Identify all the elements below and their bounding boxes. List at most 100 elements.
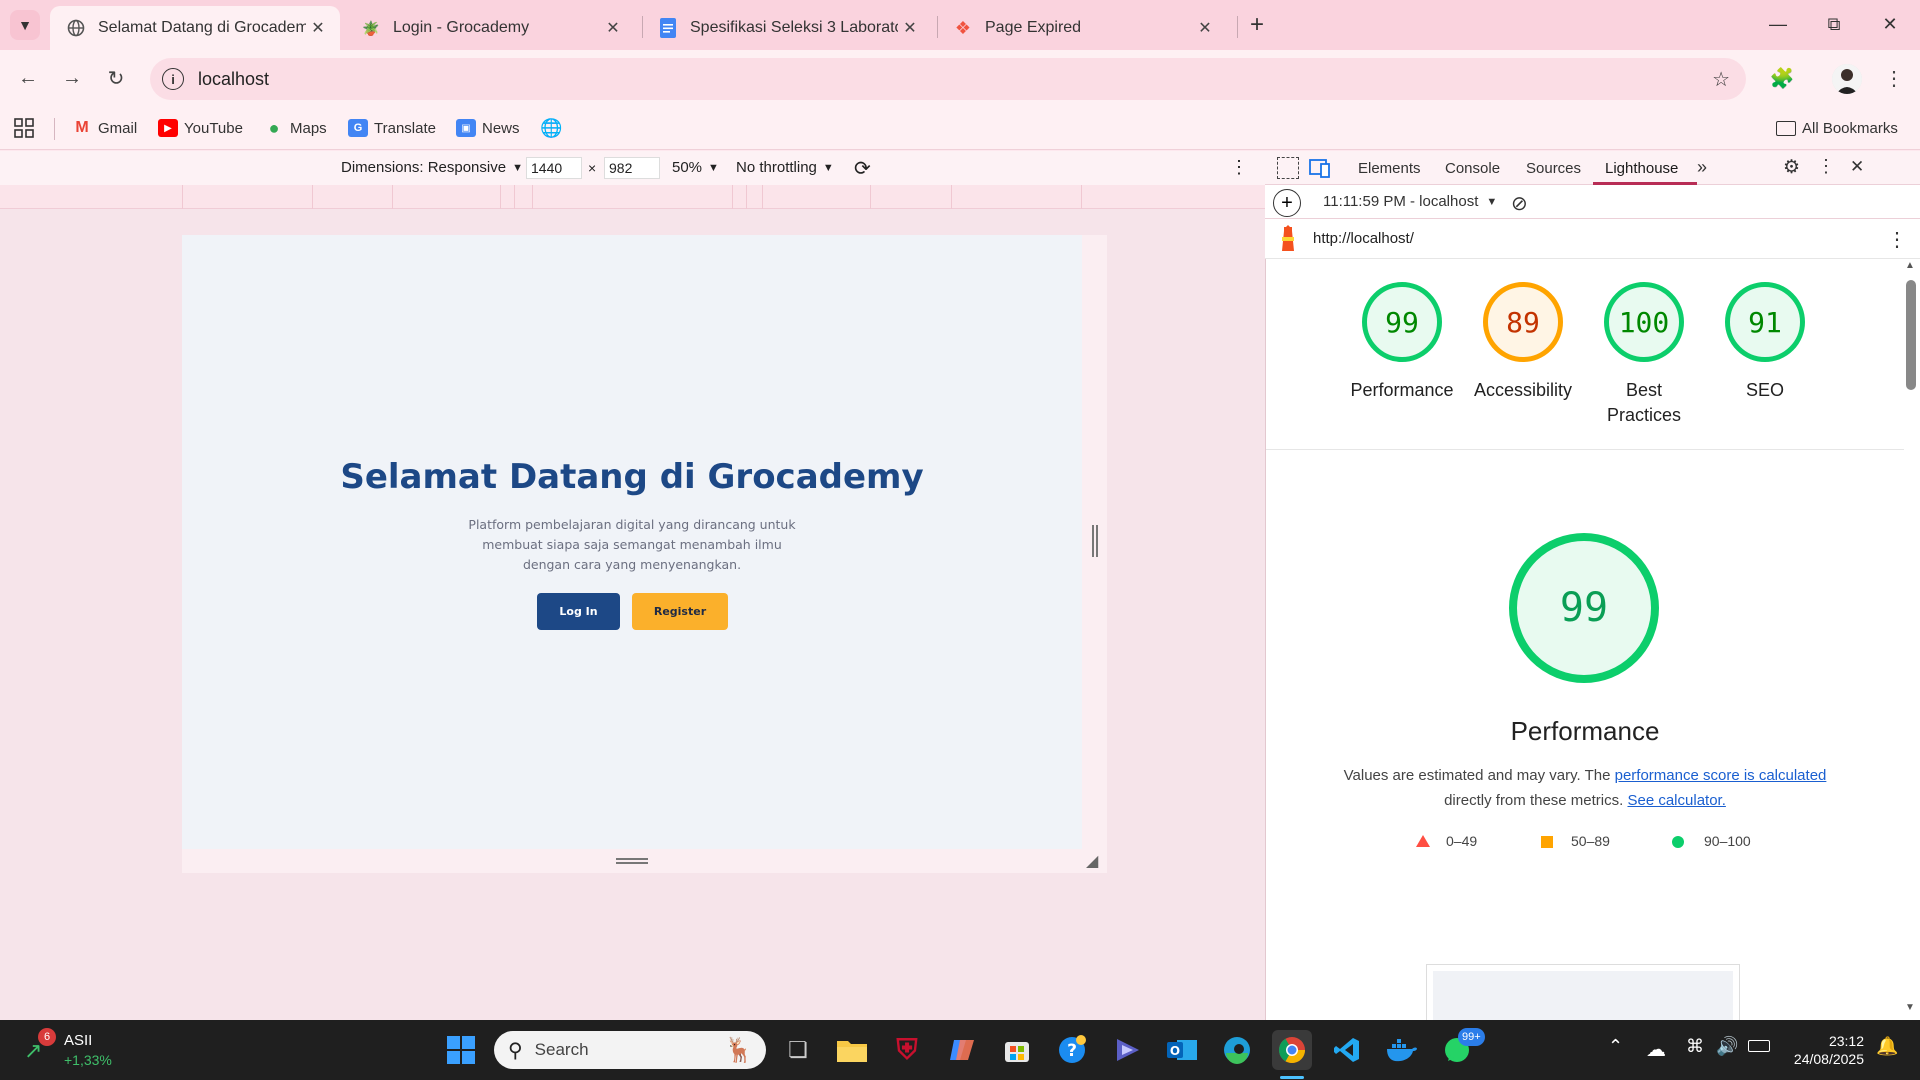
site-info-icon[interactable]: i [162,68,184,90]
apps-icon[interactable] [14,116,34,140]
windows-start-icon[interactable] [441,1030,481,1070]
close-icon[interactable]: ✕ [1193,16,1217,40]
report-menu-icon[interactable]: ⋮ [1887,227,1907,252]
scroll-down-icon[interactable]: ▼ [1905,1002,1915,1013]
copilot-icon[interactable] [942,1030,982,1070]
rotate-icon[interactable]: ⟳ [854,156,871,181]
bookmark-label: Gmail [98,119,138,137]
kebab-icon: ⋮ [1884,67,1904,90]
volume-icon[interactable]: 🔊 [1716,1036,1738,1057]
vscode-icon[interactable] [1327,1030,1367,1070]
puzzle-icon: 🧩 [1769,67,1795,90]
close-icon[interactable]: ✕ [898,16,922,40]
resize-handle-right[interactable] [1082,235,1107,873]
microsoft-store-icon[interactable] [997,1030,1037,1070]
restore-button[interactable]: ⧉ [1806,0,1862,48]
wifi-icon[interactable]: ⌘ [1686,1036,1704,1057]
globe-icon[interactable]: 🌐 [540,116,562,140]
dimensions-dropdown[interactable]: Dimensions: Responsive ▼ [341,159,523,176]
clear-icon[interactable]: ⊘ [1511,191,1528,216]
taskbar-search[interactable]: ⚲ Search 🦌 [494,1031,766,1069]
score-gauge-best-practices[interactable]: 100 [1604,282,1684,362]
tab-spesifikasi[interactable]: Spesifikasi Seleksi 3 Laboratoriu ✕ [642,6,932,50]
resize-handle-bottom[interactable]: ◢ [182,849,1098,873]
all-bookmarks[interactable]: All Bookmarks [1776,116,1898,140]
close-icon[interactable]: ✕ [306,16,330,40]
perf-score-link[interactable]: performance score is calculated [1615,767,1827,784]
close-icon[interactable]: ✕ [601,16,625,40]
tab-grocademy-home[interactable]: Selamat Datang di Grocademy ✕ [50,6,340,50]
bookmark-maps[interactable]: ● Maps [264,116,327,140]
minimize-button[interactable]: — [1750,0,1806,48]
media-query-ruler[interactable] [0,185,1265,209]
stock-widget[interactable]: ↗ 6 ASII +1,33% [24,1028,144,1072]
battery-icon[interactable] [1748,1040,1770,1052]
new-report-button[interactable]: + [1273,189,1301,217]
profile-avatar[interactable] [1832,64,1862,94]
scroll-up-icon[interactable]: ▲ [1905,260,1915,271]
close-window-button[interactable]: ✕ [1862,0,1918,48]
score-gauge-seo[interactable]: 91 [1725,282,1805,362]
forward-button[interactable]: → [56,62,88,94]
task-view-icon[interactable]: ❏ [778,1030,818,1070]
throttling-dropdown[interactable]: No throttling ▼ [736,159,834,176]
devtools-menu-icon[interactable]: ⋮ [1817,156,1835,177]
register-button[interactable]: Register [632,593,728,630]
height-input[interactable]: 982 [604,157,660,179]
clock[interactable]: 23:12 24/08/2025 [1780,1032,1864,1068]
bookmark-gmail[interactable]: M Gmail [72,116,137,140]
login-button[interactable]: Log In [537,593,620,630]
docker-icon[interactable] [1382,1030,1422,1070]
tab-console[interactable]: Console [1445,160,1500,177]
tray-overflow-icon[interactable]: ⌃ [1608,1036,1623,1057]
throttling-label: No throttling [736,159,817,176]
see-calculator-link[interactable]: See calculator. [1627,792,1725,809]
bookmark-youtube[interactable]: ▶ YouTube [158,116,243,140]
screenshot-preview[interactable] [1426,964,1740,1021]
edge-icon[interactable] [1217,1030,1257,1070]
star-icon[interactable]: ☆ [1712,67,1730,92]
zoom-label: 50% [672,159,703,176]
score-gauge-accessibility[interactable]: 89 [1483,282,1563,362]
more-tabs-icon[interactable]: » [1697,157,1707,178]
new-tab-button[interactable]: + [1242,10,1272,40]
resize-corner-icon[interactable]: ◢ [1086,851,1098,871]
file-explorer-icon[interactable] [832,1030,872,1070]
get-help-icon[interactable]: ? [1052,1030,1092,1070]
tab-login[interactable]: 🪴 Login - Grocademy ✕ [345,6,635,50]
gear-icon[interactable]: ⚙ [1783,156,1800,179]
clipchamp-icon[interactable] [1107,1030,1147,1070]
notification-bell-icon[interactable]: 🔔 [1876,1036,1898,1057]
scrollbar-thumb[interactable] [1906,280,1916,390]
report-url[interactable]: http://localhost/ [1313,230,1414,247]
tab-elements[interactable]: Elements [1358,160,1421,177]
tab-sources[interactable]: Sources [1526,160,1581,177]
width-input[interactable]: 1440 [526,157,582,179]
mcafee-icon[interactable]: ⛨ [887,1030,927,1070]
devtools-scrollbar[interactable]: ▲ ▼ [1904,260,1918,1020]
report-selector[interactable]: 11:11:59 PM - localhost ▼ [1323,193,1497,210]
clock-date: 24/08/2025 [1793,1051,1864,1067]
chrome-icon[interactable] [1272,1030,1312,1070]
tab-page-expired[interactable]: ❖ Page Expired ✕ [937,6,1227,50]
outlook-icon[interactable]: O [1162,1030,1202,1070]
cloud-icon[interactable]: ☁ [1646,1037,1666,1062]
device-menu-icon[interactable]: ⋮ [1230,157,1248,178]
windows-taskbar: ↗ 6 ASII +1,33% ⚲ Search 🦌 ❏ ⛨ ? O 99+ ⌃… [0,1020,1920,1080]
tab-search-button[interactable]: ▼ [10,10,40,40]
address-text[interactable]: localhost [198,69,1712,90]
tab-lighthouse[interactable]: Lighthouse [1605,160,1678,177]
bookmark-news[interactable]: ▣ News [456,116,520,140]
back-button[interactable]: ← [12,62,44,94]
score-gauge-performance[interactable]: 99 [1362,282,1442,362]
inspect-element-icon[interactable] [1277,157,1299,179]
reload-button[interactable]: ↻ [100,62,132,94]
browser-menu-button[interactable]: ⋮ [1878,62,1910,94]
address-bar[interactable]: i localhost ☆ [150,58,1746,100]
device-toggle-icon[interactable] [1309,157,1331,179]
emulated-page: Selamat Datang di Grocademy Platform pem… [182,235,1082,849]
close-devtools-icon[interactable]: ✕ [1850,157,1864,177]
bookmark-translate[interactable]: G Translate [348,116,436,140]
zoom-dropdown[interactable]: 50% ▼ [672,159,719,176]
extensions-button[interactable]: 🧩 [1766,62,1798,94]
